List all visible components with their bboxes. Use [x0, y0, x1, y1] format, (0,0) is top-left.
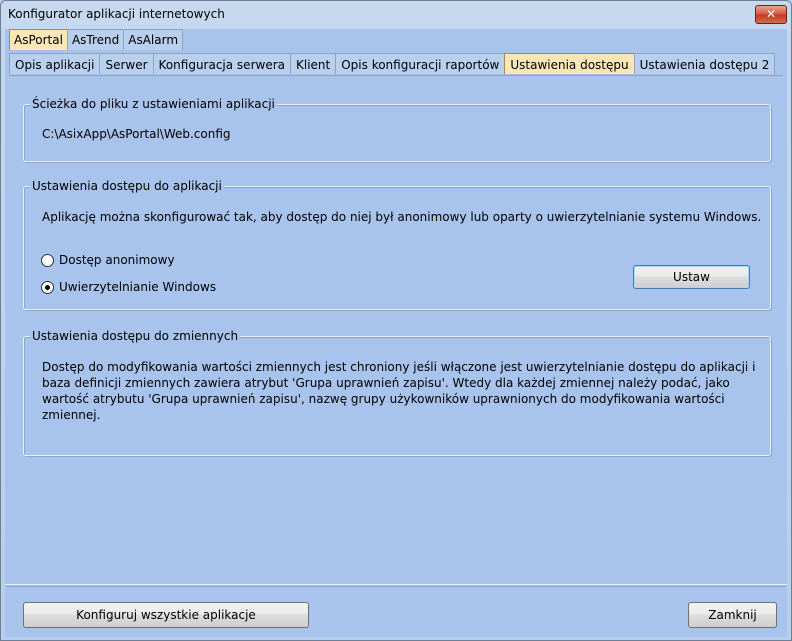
- access-group: Ustawienia dostępu do aplikacji Aplikacj…: [23, 179, 771, 310]
- close-icon: ✕: [765, 7, 777, 21]
- tab-ustawienia-dostepu-2[interactable]: Ustawienia dostępu 2: [633, 53, 776, 74]
- variables-group: Ustawienia dostępu do zmiennych Dostęp d…: [23, 329, 771, 456]
- config-path-group: Ścieżka do pliku z ustawieniami aplikacj…: [23, 97, 771, 162]
- tab-serwer[interactable]: Serwer: [99, 53, 154, 74]
- app-window: Konfigurator aplikacji internetowych ✕ A…: [0, 0, 792, 641]
- tab-panel: Ścieżka do pliku z ustawieniami aplikacj…: [9, 75, 783, 583]
- radio-anonymous[interactable]: Dostęp anonimowy: [41, 252, 175, 268]
- tab-ustawienia-dostepu[interactable]: Ustawienia dostępu: [504, 53, 635, 74]
- access-description: Aplikację można skonfigurować tak, aby d…: [42, 210, 762, 224]
- tab-astrend[interactable]: AsTrend: [66, 29, 125, 50]
- title-bar: Konfigurator aplikacji internetowych ✕: [1, 1, 791, 29]
- window-close-button[interactable]: ✕: [755, 5, 787, 24]
- radio-anonymous-label: Dostęp anonimowy: [59, 253, 175, 267]
- close-button[interactable]: Zamknij: [688, 602, 777, 628]
- tab-opis-konfiguracji-raportow[interactable]: Opis konfiguracji raportów: [335, 53, 506, 74]
- radio-windows[interactable]: Uwierzytelnianie Windows: [41, 279, 216, 295]
- app-tabs: AsPortal AsTrend AsAlarm: [9, 29, 184, 51]
- access-group-title: Ustawienia dostępu do aplikacji: [30, 179, 224, 193]
- page-tabs: Opis aplikacji Serwer Konfiguracja serwe…: [9, 53, 776, 75]
- window-title: Konfigurator aplikacji internetowych: [8, 7, 225, 21]
- variables-description: Dostęp do modyfikowania wartości zmienny…: [42, 360, 756, 422]
- config-path-value: C:\AsixApp\AsPortal\Web.config: [42, 127, 231, 141]
- variables-group-title: Ustawienia dostępu do zmiennych: [30, 329, 241, 343]
- set-button[interactable]: Ustaw: [633, 265, 750, 289]
- tab-asalarm[interactable]: AsAlarm: [123, 29, 184, 50]
- client-area: AsPortal AsTrend AsAlarm Opis aplikacji …: [5, 29, 787, 637]
- radio-anonymous-indicator[interactable]: [41, 253, 54, 267]
- footer-bar: Konfiguruj wszystkie aplikacje Zamknij: [5, 584, 787, 637]
- config-path-group-title: Ścieżka do pliku z ustawieniami aplikacj…: [30, 97, 277, 111]
- tab-asportal[interactable]: AsPortal: [9, 29, 68, 50]
- tab-opis-aplikacji[interactable]: Opis aplikacji: [9, 53, 101, 74]
- tab-konfiguracja-serwera[interactable]: Konfiguracja serwera: [152, 53, 291, 74]
- radio-windows-label: Uwierzytelnianie Windows: [59, 280, 217, 294]
- configure-all-button[interactable]: Konfiguruj wszystkie aplikacje: [23, 602, 309, 628]
- radio-windows-indicator[interactable]: [41, 280, 54, 294]
- tab-klient[interactable]: Klient: [290, 53, 337, 74]
